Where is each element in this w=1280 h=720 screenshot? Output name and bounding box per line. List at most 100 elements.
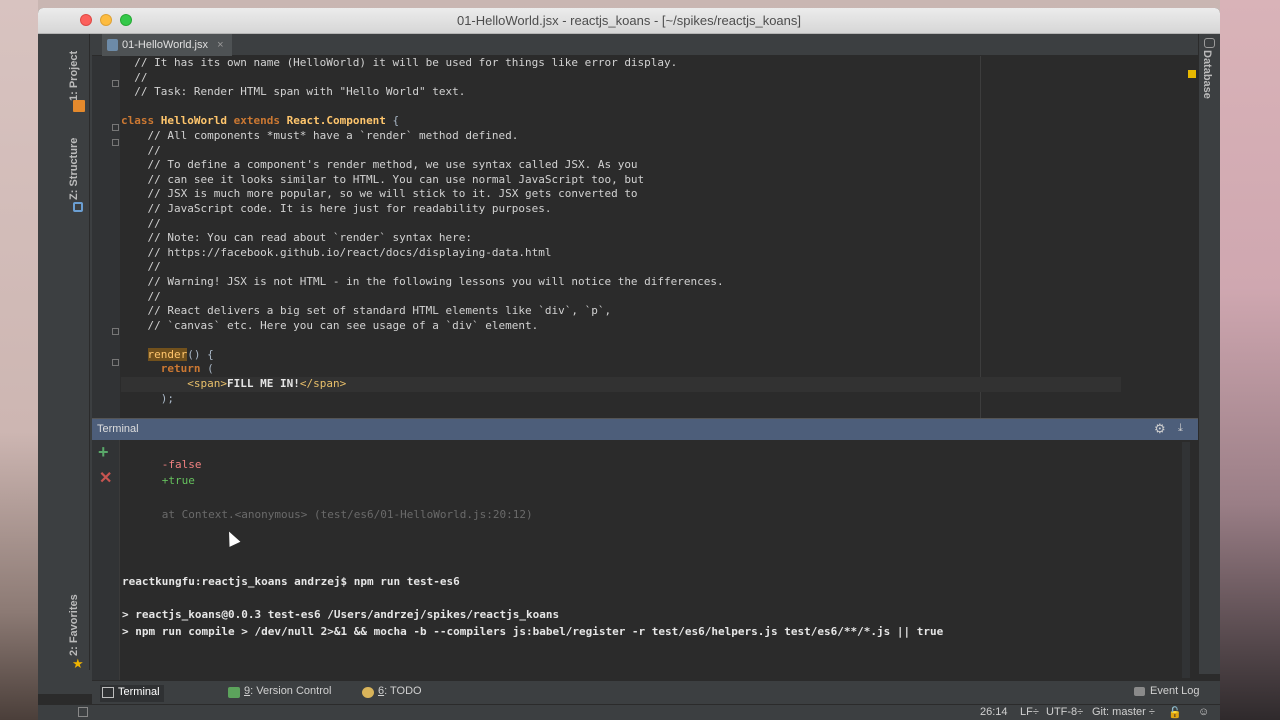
- code-line[interactable]: // To define a component's render method…: [121, 158, 1121, 173]
- code-token: class: [121, 114, 161, 128]
- code-line[interactable]: // can see it looks similar to HTML. You…: [121, 173, 1121, 188]
- code-token: render: [147, 347, 188, 361]
- code-token: // https://facebook.github.io/react/docs…: [121, 245, 552, 259]
- terminal-output[interactable]: -false +true at Context.<anonymous> (tes…: [122, 440, 1182, 640]
- project-icon: [73, 100, 85, 112]
- code-token: //: [121, 143, 161, 157]
- version-control-icon: [228, 687, 240, 698]
- tab-project[interactable]: 1: Project: [68, 46, 90, 106]
- git-branch[interactable]: Git: master ÷: [1092, 706, 1155, 718]
- code-token: extends: [233, 114, 287, 128]
- code-line[interactable]: //: [121, 71, 1121, 86]
- terminal-line: -false: [122, 457, 202, 471]
- code-line[interactable]: // Warning! JSX is not HTML - in the fol…: [121, 275, 1121, 290]
- lock-icon[interactable]: 🔓: [1168, 706, 1182, 719]
- code-line[interactable]: class HelloWorld extends React.Component…: [121, 114, 1121, 129]
- code-area[interactable]: // It has its own name (HelloWorld) it w…: [121, 56, 1121, 406]
- code-line[interactable]: // Note: You can read about `render` syn…: [121, 231, 1121, 246]
- code-line[interactable]: // Task: Render HTML span with "Hello Wo…: [121, 85, 1121, 100]
- terminal-icon: [102, 687, 114, 698]
- tab-structure[interactable]: Z: Structure: [68, 132, 90, 206]
- gear-icon[interactable]: ⚙: [1154, 421, 1166, 437]
- window-title: 01-HelloWorld.jsx - reactjs_koans - [~/s…: [456, 13, 802, 28]
- code-token: //: [121, 260, 161, 274]
- terminal-line: +true: [122, 474, 195, 488]
- code-line[interactable]: // React delivers a big set of standard …: [121, 304, 1121, 319]
- editor-tab-bar: 01-HelloWorld.jsx ×: [92, 34, 1198, 56]
- code-line[interactable]: render() {: [121, 347, 1121, 363]
- warning-indicator-icon[interactable]: [1188, 70, 1196, 78]
- add-session-icon[interactable]: +: [98, 442, 109, 463]
- inspection-profile-icon[interactable]: ☺: [1198, 706, 1209, 718]
- code-token: FILL ME IN!: [226, 377, 300, 391]
- fold-marker-icon[interactable]: [112, 139, 119, 146]
- todo-icon: [362, 687, 374, 698]
- desktop-background-right: [1220, 0, 1280, 720]
- code-token: );: [121, 391, 174, 405]
- fold-marker-icon[interactable]: [112, 359, 119, 366]
- terminal-line: > reactjs_koans@0.0.3 test-es6 /Users/an…: [122, 607, 560, 621]
- terminal-line: > npm run compile > /dev/null 2>&1 && mo…: [122, 624, 944, 638]
- code-token: {: [385, 114, 400, 128]
- code-line[interactable]: // It has its own name (HelloWorld) it w…: [121, 56, 1121, 71]
- fold-marker-icon[interactable]: [112, 124, 119, 131]
- code-line[interactable]: //: [121, 260, 1121, 275]
- code-editor[interactable]: // It has its own name (HelloWorld) it w…: [92, 56, 1198, 418]
- code-line[interactable]: return (: [121, 362, 1121, 377]
- tab-todo[interactable]: 6: TODO: [360, 685, 422, 698]
- code-line[interactable]: // JSX is much more popular, so we will …: [121, 187, 1121, 202]
- code-token: // React delivers a big set of standard …: [121, 304, 612, 318]
- status-bar: 26:14 LF÷ UTF-8÷ Git: master ÷ 🔓 ☺: [38, 704, 1220, 720]
- star-icon: ★: [72, 656, 84, 671]
- code-token: React.Component: [286, 114, 386, 128]
- code-line[interactable]: <span>FILL ME IN!</span>: [121, 377, 1121, 392]
- code-token: //: [121, 289, 161, 303]
- code-line[interactable]: [121, 333, 1121, 348]
- code-line[interactable]: // JavaScript code. It is here just for …: [121, 202, 1121, 217]
- tab-version-control[interactable]: 9: Version Control: [226, 685, 331, 698]
- fold-marker-icon[interactable]: [112, 328, 119, 335]
- event-log-label: Event Log: [1150, 685, 1200, 697]
- database-icon: [1204, 38, 1215, 48]
- hide-panel-icon[interactable]: ⤓: [1178, 422, 1183, 435]
- jsx-file-icon: [107, 39, 118, 51]
- code-token: // can see it looks similar to HTML. You…: [121, 172, 645, 186]
- editor-tab-helloworld[interactable]: 01-HelloWorld.jsx ×: [102, 34, 232, 56]
- event-log-icon: [1134, 687, 1145, 696]
- code-token: () {: [187, 347, 214, 361]
- code-line[interactable]: //: [121, 144, 1121, 159]
- code-token: (: [200, 362, 214, 376]
- caret-position[interactable]: 26:14: [980, 706, 1008, 718]
- tab-terminal[interactable]: Terminal: [100, 685, 164, 702]
- right-tool-window-bar: Database: [1198, 34, 1220, 674]
- title-bar[interactable]: 01-HelloWorld.jsx - reactjs_koans - [~/s…: [38, 8, 1220, 34]
- code-token: // Task: Render HTML span with "Hello Wo…: [121, 85, 466, 99]
- tab-favorites[interactable]: 2: Favorites: [68, 592, 90, 658]
- event-log-button[interactable]: Event Log: [1134, 685, 1200, 697]
- close-tab-icon[interactable]: ×: [217, 39, 223, 51]
- line-separator[interactable]: LF÷: [1020, 706, 1039, 718]
- toggle-tool-windows-icon[interactable]: [78, 707, 88, 717]
- code-token: <span>: [187, 377, 227, 391]
- code-line[interactable]: // All components *must* have a `render`…: [121, 129, 1121, 144]
- code-line[interactable]: // https://facebook.github.io/react/docs…: [121, 246, 1121, 261]
- close-session-icon[interactable]: ✕: [99, 468, 112, 488]
- tab-database[interactable]: Database: [1201, 50, 1213, 99]
- code-line[interactable]: // `canvas` etc. Here you can see usage …: [121, 319, 1121, 334]
- terminal-panel[interactable]: + ✕ -false +true at Context.<anonymous> …: [92, 440, 1198, 680]
- tool-window-tab-bar: Terminal 9: Version Control 6: TODO Even…: [92, 680, 1220, 704]
- terminal-scrollbar[interactable]: [1182, 442, 1190, 678]
- code-line[interactable]: [121, 100, 1121, 115]
- code-line[interactable]: //: [121, 217, 1121, 232]
- file-encoding[interactable]: UTF-8÷: [1046, 706, 1083, 718]
- code-line[interactable]: //: [121, 290, 1121, 305]
- code-line[interactable]: );: [121, 392, 1121, 407]
- terminal-line: at Context.<anonymous> (test/es6/01-Hell…: [122, 507, 533, 521]
- code-token: // It has its own name (HelloWorld) it w…: [121, 56, 678, 69]
- fold-marker-icon[interactable]: [112, 80, 119, 87]
